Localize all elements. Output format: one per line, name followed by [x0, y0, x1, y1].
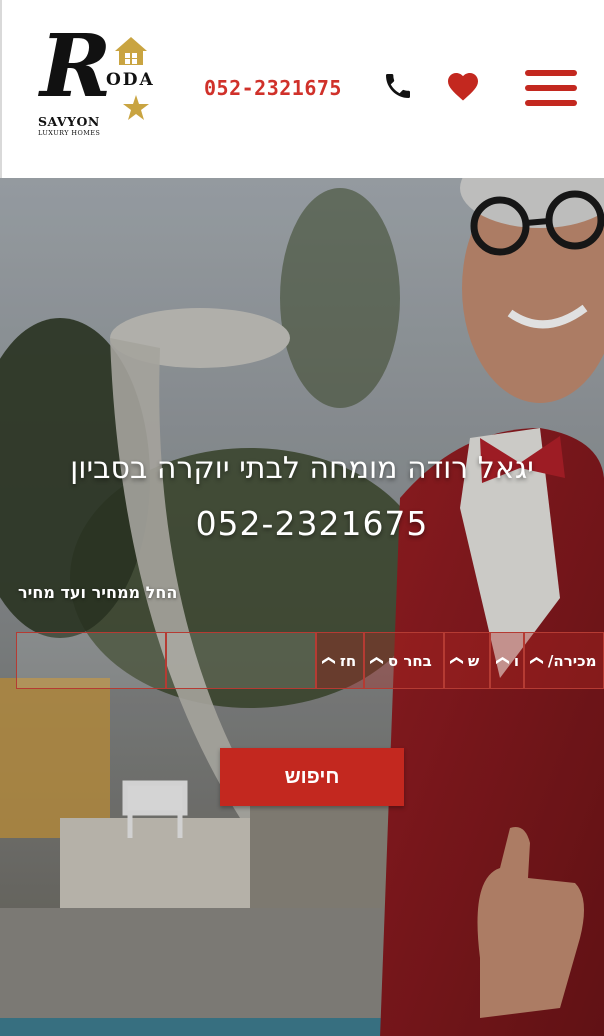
hero-phone-number[interactable]: 052-2321675 — [0, 504, 604, 543]
filter-select-2[interactable]: ו ❮ — [490, 632, 524, 689]
min-price-input[interactable] — [16, 632, 166, 689]
logo-star-icon — [123, 95, 149, 120]
menu-bar — [525, 70, 577, 76]
chevron-down-icon: ❮ — [320, 655, 336, 666]
filter-select-5-value: חז — [339, 651, 357, 670]
logo-luxury-homes: LUXURY HOMES — [38, 129, 101, 137]
hero-headline: יגאל רודה מומחה לבתי יוקרה בסביון — [70, 451, 534, 486]
filter-select-3-value: ש — [467, 651, 480, 670]
phone-icon[interactable] — [382, 70, 414, 102]
logo-letter: R — [40, 16, 112, 117]
chevron-down-icon: ❮ — [448, 655, 464, 666]
menu-bar — [525, 100, 577, 106]
sale-type-value: מכירה/ — [547, 651, 597, 670]
roda-savyon-logo[interactable]: R ODA SAVYON LUXURY HOMES — [32, 24, 156, 142]
sale-type-select[interactable]: מכירה/ ❮ — [524, 632, 604, 689]
hamburger-menu-icon[interactable] — [525, 70, 577, 108]
price-range-label: החל ממחיר ועד מחיר — [18, 583, 178, 602]
filter-select-4-value: בחר ס — [387, 651, 432, 670]
filter-select-2-value: ו — [513, 651, 520, 670]
search-filters: חז ❮ בחר ס ❮ ש ❮ ו ❮ מכירה/ ❮ — [16, 632, 604, 689]
chevron-down-icon: ❮ — [368, 655, 384, 666]
hero-section: יגאל רודה מומחה לבתי יוקרה בסביון 052-23… — [0, 178, 604, 1036]
search-button[interactable]: חיפוש — [220, 748, 404, 806]
logo-house-icon — [115, 37, 147, 65]
filter-select-3[interactable]: ש ❮ — [444, 632, 490, 689]
heart-icon[interactable] — [445, 68, 481, 102]
logo-savyon: SAVYON — [38, 114, 100, 129]
hero-background-image — [0, 178, 604, 1036]
site-header: R ODA SAVYON LUXURY HOMES 052-2321675 — [0, 0, 604, 178]
max-price-input[interactable] — [166, 632, 316, 689]
filter-select-4[interactable]: בחר ס ❮ — [364, 632, 444, 689]
header-phone-link[interactable]: 052-2321675 — [204, 76, 342, 100]
logo-oda: ODA — [106, 70, 155, 90]
menu-bar — [525, 85, 577, 91]
filter-select-5[interactable]: חז ❮ — [316, 632, 364, 689]
chevron-down-icon: ❮ — [528, 655, 544, 666]
chevron-down-icon: ❮ — [494, 655, 510, 666]
